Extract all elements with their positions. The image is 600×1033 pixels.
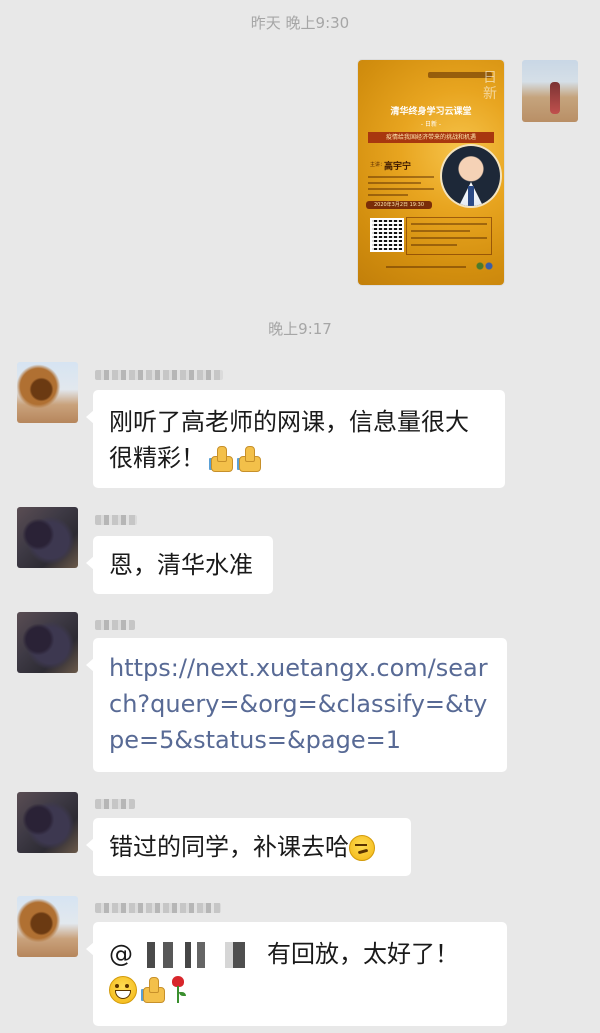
sender-name-blurred (95, 515, 137, 525)
poster-date: 2020年3月2日 19:30 (366, 201, 432, 209)
avatar-sender-2[interactable] (17, 507, 78, 568)
thumbs-up-icon (209, 446, 233, 472)
speaker-photo (440, 144, 502, 208)
message-text: 刚听了高老师的网课，信息量很大很精彩！ (109, 408, 469, 472)
poster-bio-lines (368, 176, 434, 200)
sender-name-blurred (95, 799, 135, 809)
grin-icon (109, 976, 137, 1004)
qr-code-icon (370, 218, 404, 252)
avatar-self[interactable] (522, 60, 578, 122)
thumbs-up-icon (237, 446, 261, 472)
poster-info-box (406, 217, 492, 255)
poster-title: 清华终身学习云课堂 (390, 107, 472, 117)
thumbs-up-icon (141, 977, 165, 1003)
poster-subtitle: - 日新 - (420, 121, 442, 128)
message-bubble[interactable]: https://next.xuetangx.com/search?query=&… (86, 638, 507, 772)
message-text: 恩，清华水准 (109, 551, 253, 579)
course-link[interactable]: https://next.xuetangx.com/search?query=&… (109, 654, 488, 754)
mention-at: @ (109, 940, 133, 968)
message-text: 有回放，太好了！ (267, 940, 459, 968)
message-bubble[interactable]: 刚听了高老师的网课，信息量很大很精彩！ (86, 390, 505, 488)
timestamp-yesterday: 昨天 晚上9:30 (250, 14, 350, 32)
timestamp-evening: 晚上9:17 (268, 320, 332, 338)
sender-name-blurred (95, 370, 223, 380)
rose-icon (169, 976, 187, 1004)
avatar-sender-1[interactable] (17, 896, 78, 957)
avatar-sender-1[interactable] (17, 362, 78, 423)
message-text: 错过的同学，补课去哈 (109, 833, 349, 861)
poster-speaker-label: 主讲： (370, 162, 386, 168)
avatar-sender-2[interactable] (17, 792, 78, 853)
avatar-sender-2[interactable] (17, 612, 78, 673)
poster-corner-text: 日新 (483, 70, 497, 102)
sender-name-blurred (95, 903, 221, 913)
message-bubble[interactable]: @ 有回放，太好了！ (86, 922, 507, 1026)
sender-name-blurred (95, 620, 135, 630)
sponsor-logo (474, 261, 494, 271)
course-poster-image[interactable]: 日新 清华终身学习云课堂 - 日新 - 疫情给我国经济带来的挑战和机遇 主讲： … (358, 60, 504, 285)
mention-name-blurred[interactable] (133, 942, 253, 968)
poster-topic: 疫情给我国经济带来的挑战和机遇 (368, 132, 494, 143)
message-bubble[interactable]: 错过的同学，补课去哈 (86, 818, 411, 876)
thinking-icon (349, 835, 375, 861)
poster-footer (386, 266, 466, 268)
poster-speaker-name: 高宇宁 (384, 162, 412, 172)
message-bubble[interactable]: 恩，清华水准 (86, 536, 273, 594)
